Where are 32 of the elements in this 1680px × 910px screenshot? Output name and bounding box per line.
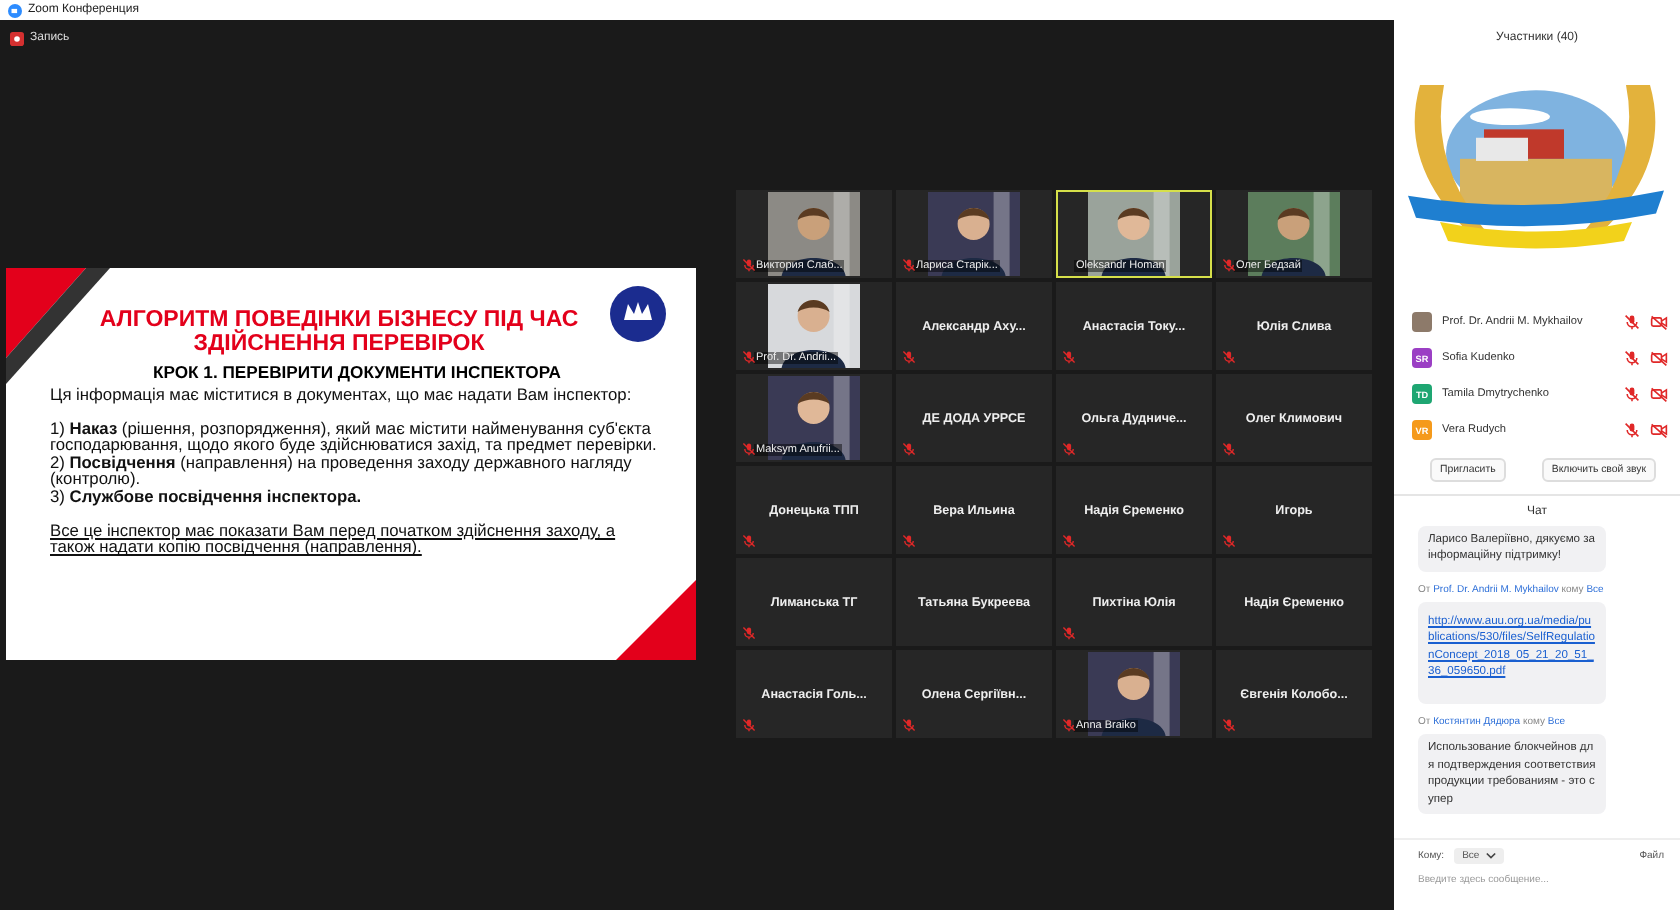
muted-microphone-icon [742,534,756,548]
slide-text: Ця інформація має міститися в документах, що має надати Вам інспектор: [50,385,634,403]
slide-text: 1) Наказ (рішення, розпорядження), який має містити найменування суб'єкта господарювання, щодо якого буде здійснюватися захід, та предмет перевірки. [50,420,659,454]
slide-text: 3) Службове посвідчення інспектора. [50,487,364,505]
record-icon[interactable] [10,31,24,45]
muted-microphone-icon [902,350,916,364]
muted-microphone-icon [742,718,756,732]
slide-text: 2) Посвідчення (направлення) на проведення заходу державного нагляду (контролю). [50,453,632,488]
chevron-down-icon [1485,852,1496,860]
muted-microphone-icon [1062,350,1076,364]
muted-microphone-icon [742,626,756,640]
muted-microphone-icon [1222,258,1236,272]
muted-microphone-icon [1222,718,1236,732]
muted-microphone-icon [902,258,916,272]
muted-microphone-icon [1062,534,1076,548]
muted-microphone-icon [742,350,756,364]
muted-microphone-icon [1222,534,1236,548]
slide-title: АЛГОРИТМ ПОВЕДІНКИ БІЗНЕСУ ПІД ЧАС ЗДІЙСНЕННЯ ПЕРЕВІРОК [97,307,581,356]
muted-microphone-icon [902,442,916,456]
muted-microphone-icon [902,534,916,548]
muted-microphone-icon [1222,350,1236,364]
slide-text: Все це інспектор має показати Вам перед початком здійснення заходу, а також надати копію посвідчення (направлення). [50,522,618,556]
avatar-photo [1412,312,1432,332]
muted-microphone-icon [1062,718,1076,732]
muted-microphone-icon [902,718,916,732]
muted-microphone-icon [1062,442,1076,456]
muted-microphone-icon [1062,626,1076,640]
muted-microphone-icon [742,442,756,456]
slide-subtitle: КРОК 1. ПЕРЕВІРИТИ ДОКУМЕНТИ ІНСПЕКТОРА [150,361,564,382]
muted-microphone-icon [742,258,756,272]
crown-emblem-icon [608,283,668,343]
muted-microphone-icon [1222,442,1236,456]
